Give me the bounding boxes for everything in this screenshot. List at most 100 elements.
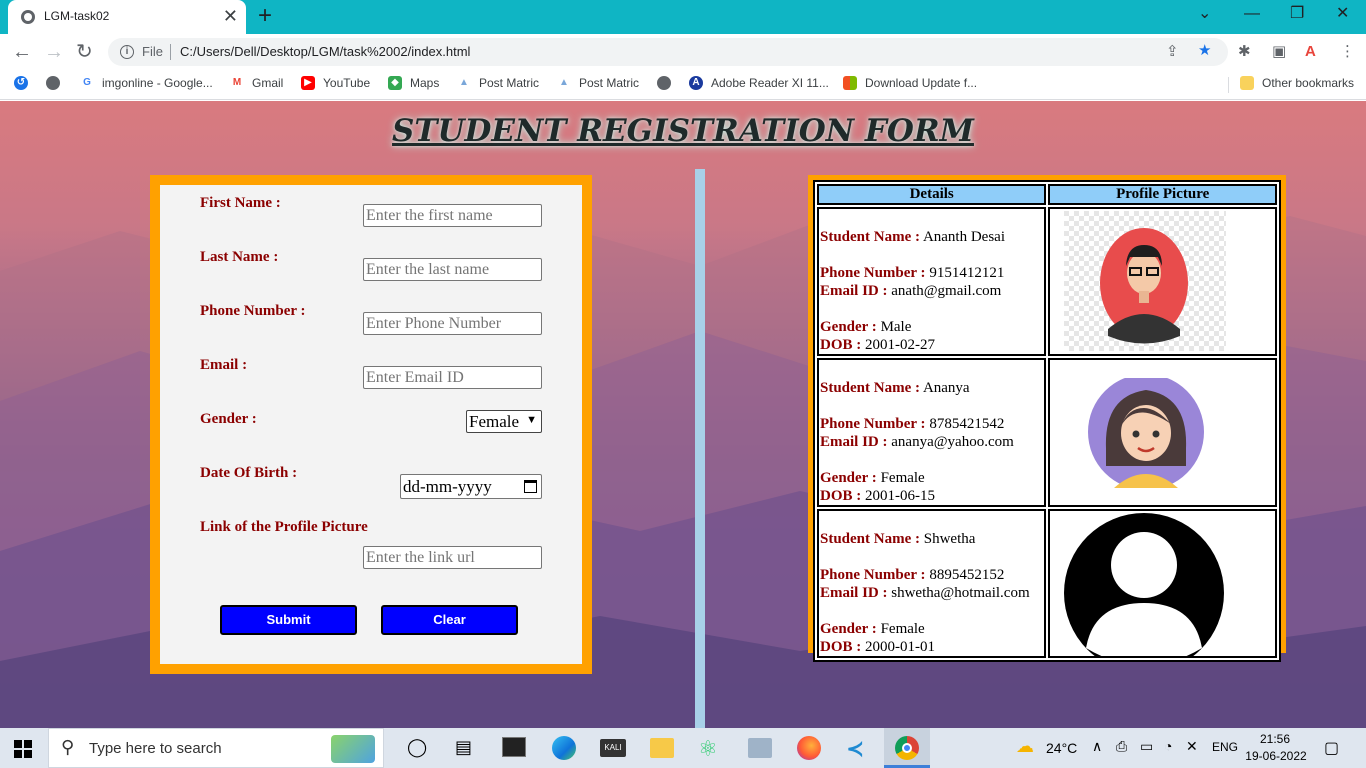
phone-line: Phone Number : 9151412121 xyxy=(820,264,1043,282)
last-name-input[interactable] xyxy=(363,258,542,281)
widgets-icon[interactable]: ▤ xyxy=(455,737,472,758)
close-tab-icon[interactable]: ✕ xyxy=(223,6,238,26)
weather-icon[interactable]: ☁ xyxy=(1016,736,1034,757)
phone-number-input[interactable] xyxy=(363,312,542,335)
phone-line: Phone Number : 8785421542 xyxy=(820,415,1043,433)
task-view-icon[interactable]: ◯ xyxy=(407,737,427,758)
phone-value: 9151412121 xyxy=(929,265,1005,281)
forward-icon[interactable]: → xyxy=(44,40,64,64)
bookmark-imgonline[interactable]: Gimgonline - Google... xyxy=(80,76,213,90)
new-tab-icon[interactable]: + xyxy=(258,2,272,30)
bookmark-post-matric-2[interactable]: ▲ Post Matric xyxy=(557,76,639,90)
browser-tab-bar: LGM-task02 ✕ + ⌄ — ❐ ✕ xyxy=(0,0,1366,34)
bookmark-youtube[interactable]: ▶ YouTube xyxy=(301,76,370,90)
phone-key: Phone Number : xyxy=(820,567,926,583)
taskbar-search-box[interactable]: ⚲ Type here to search xyxy=(48,728,384,768)
bookmark-label: imgonline - Google... xyxy=(102,76,213,90)
reload-icon[interactable]: ↻ xyxy=(76,40,93,64)
address-bar[interactable]: i File C:/Users/Dell/Desktop/LGM/task%20… xyxy=(108,38,1228,66)
clock-date[interactable]: 19-06-2022 xyxy=(1242,749,1310,763)
bookmark-adobe-reader[interactable]: A Adobe Reader XI 11... xyxy=(689,76,829,90)
google-icon: G xyxy=(80,76,94,90)
table-header-row: Details Profile Picture xyxy=(817,184,1277,205)
restore-icon[interactable]: ❐ xyxy=(1290,4,1304,24)
translate-icon[interactable]: A xyxy=(1305,43,1316,61)
default-user-icon xyxy=(1064,513,1225,656)
first-name-label: First Name : xyxy=(200,195,281,211)
file-explorer-icon[interactable] xyxy=(650,738,674,758)
tab-search-icon[interactable]: ⌄ xyxy=(1198,4,1211,24)
profile-picture-cell xyxy=(1048,358,1277,507)
tab-title: LGM-task02 xyxy=(44,9,110,23)
bookmark-label: Maps xyxy=(410,76,440,90)
browser-toolbar: ← → ↻ i File C:/Users/Dell/Desktop/LGM/t… xyxy=(0,34,1366,70)
terminal-icon[interactable] xyxy=(502,737,526,757)
dob-value: 2000-01-01 xyxy=(865,639,935,655)
notification-icon[interactable]: ▢ xyxy=(1324,738,1339,758)
gmail-icon: M xyxy=(230,76,244,90)
students-table-container: Details Profile Picture Student Name : A… xyxy=(808,175,1286,662)
bookmark-post-matric-1[interactable]: ▲ Post Matric xyxy=(457,76,539,90)
bookmark-gmail[interactable]: M Gmail xyxy=(230,76,283,90)
globe-bookmark-icon[interactable] xyxy=(46,76,68,90)
menu-icon[interactable]: ⋮ xyxy=(1340,43,1355,61)
close-window-icon[interactable]: ✕ xyxy=(1336,4,1349,24)
bookmark-star-icon[interactable]: ★ xyxy=(1198,42,1211,60)
gender-line: Gender : Female xyxy=(820,469,1043,487)
clock-time[interactable]: 21:56 xyxy=(1248,732,1302,746)
students-table: Details Profile Picture Student Name : A… xyxy=(813,180,1281,662)
picture-column-header: Profile Picture xyxy=(1048,184,1277,205)
windows-start-icon[interactable] xyxy=(14,740,32,758)
bookmark-label: YouTube xyxy=(323,76,371,90)
info-icon[interactable]: i xyxy=(120,45,134,59)
photos-icon[interactable] xyxy=(748,738,772,758)
language-indicator[interactable]: ENG xyxy=(1212,740,1238,754)
vscode-icon[interactable]: ≺ xyxy=(846,736,864,762)
bookmark-label: Post Matric xyxy=(579,76,640,90)
firefox-icon[interactable] xyxy=(797,736,821,760)
female-avatar-icon xyxy=(1088,378,1205,488)
bookmark-download-update[interactable]: Download Update f... xyxy=(843,76,977,90)
bookmark-maps[interactable]: ◆ Maps xyxy=(388,76,439,90)
dob-key: DOB : xyxy=(820,488,862,504)
history-icon[interactable]: ↺ xyxy=(14,76,36,90)
first-name-input[interactable] xyxy=(363,204,542,227)
back-icon[interactable]: ← xyxy=(12,40,32,64)
gender-select[interactable]: Female ▼ xyxy=(466,410,542,433)
share-icon[interactable]: ⇪ xyxy=(1166,43,1179,61)
weather-temp[interactable]: 24°C xyxy=(1046,740,1077,756)
bookmarks-separator xyxy=(1228,77,1229,93)
chrome-taskbar-button[interactable] xyxy=(884,728,930,768)
dob-key: DOB : xyxy=(820,337,862,353)
student-name-value: Shwetha xyxy=(923,531,976,547)
other-bookmarks[interactable]: Other bookmarks xyxy=(1240,76,1354,90)
calendar-icon[interactable] xyxy=(524,480,537,493)
volume-muted-icon[interactable]: ✕ xyxy=(1186,738,1198,755)
student-name-key: Student Name : xyxy=(820,531,920,547)
dob-input[interactable]: dd-mm-yyyy xyxy=(400,474,542,499)
email-input[interactable] xyxy=(363,366,542,389)
extensions-icon[interactable]: ✱ xyxy=(1238,43,1251,61)
side-panel-icon[interactable]: ▣ xyxy=(1272,43,1286,61)
browser-tab[interactable]: LGM-task02 ✕ xyxy=(8,0,246,34)
globe-bookmark-icon[interactable] xyxy=(657,76,679,90)
kali-icon[interactable]: KALI xyxy=(600,739,626,757)
clear-button[interactable]: Clear xyxy=(381,605,518,635)
battery-icon[interactable]: ▭ xyxy=(1140,738,1153,755)
minimize-icon[interactable]: — xyxy=(1244,4,1260,24)
email-key: Email ID : xyxy=(820,434,888,450)
chevron-up-icon[interactable]: ∧ xyxy=(1092,738,1102,755)
url-text[interactable]: C:/Users/Dell/Desktop/LGM/task%2002/inde… xyxy=(180,44,470,59)
bookmark-label: Adobe Reader XI 11... xyxy=(711,76,829,90)
profile-link-input[interactable] xyxy=(363,546,542,569)
meet-now-icon[interactable]: ⎙ xyxy=(1116,738,1127,755)
edge-icon[interactable] xyxy=(552,736,576,760)
wifi-icon[interactable]: ◔ xyxy=(1164,738,1172,754)
student-name-line: Student Name : Shwetha xyxy=(820,530,1043,548)
vertical-divider xyxy=(695,169,705,728)
email-key: Email ID : xyxy=(820,283,888,299)
atom-icon[interactable]: ⚛ xyxy=(698,736,718,762)
submit-button[interactable]: Submit xyxy=(220,605,357,635)
phone-value: 8895452152 xyxy=(929,567,1005,583)
student-name-value: Ananya xyxy=(922,380,970,396)
